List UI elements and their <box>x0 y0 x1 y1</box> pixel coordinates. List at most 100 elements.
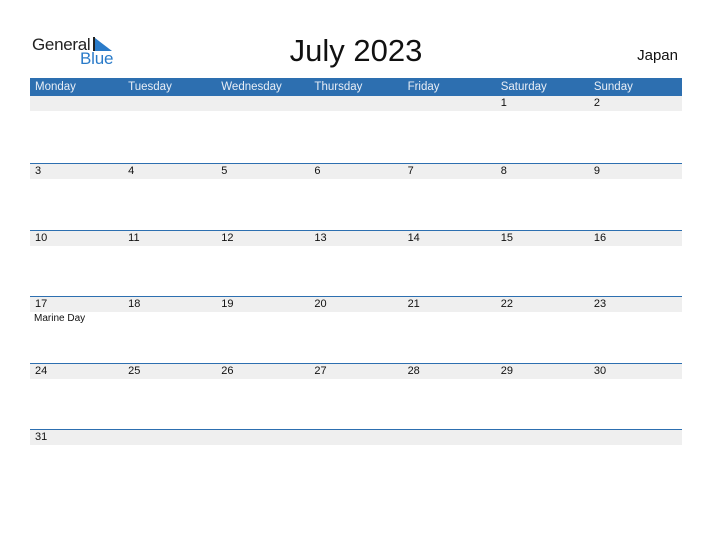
day-number: 11 <box>123 230 217 246</box>
day-cell: 30 <box>588 363 682 430</box>
day-number: 31 <box>30 430 124 445</box>
day-cell <box>402 96 496 163</box>
day-cell: 24 <box>30 363 124 430</box>
day-cell <box>30 96 124 163</box>
day-cell <box>402 430 496 446</box>
day-number: 5 <box>216 164 310 179</box>
day-number: 22 <box>495 297 589 312</box>
day-number: 25 <box>123 363 217 379</box>
day-cell: 8 <box>495 164 589 230</box>
day-number: 23 <box>588 297 682 312</box>
week-row: 17 Marine Day 18 19 20 21 22 23 <box>30 296 682 363</box>
day-cell: 18 <box>123 297 217 363</box>
day-number: 17 <box>30 297 124 312</box>
day-number: 9 <box>588 164 682 179</box>
day-cell <box>123 96 217 163</box>
day-number: 30 <box>588 363 682 379</box>
day-number <box>216 96 310 111</box>
day-number: 18 <box>123 297 217 312</box>
day-cell: 6 <box>309 164 403 230</box>
day-cell: 31 <box>30 430 124 446</box>
weekday-friday: Friday <box>407 81 440 93</box>
day-number: 10 <box>30 230 124 246</box>
day-cell: 22 <box>495 297 589 363</box>
weekday-wednesday: Wednesday <box>221 81 282 93</box>
day-cell: 15 <box>495 230 589 297</box>
day-number: 21 <box>402 297 496 312</box>
day-number: 2 <box>588 96 682 111</box>
day-number: 7 <box>402 164 496 179</box>
week-row: 10 11 12 13 14 15 16 <box>30 229 682 297</box>
weekday-sunday: Sunday <box>593 81 633 93</box>
day-cell: 7 <box>402 164 496 230</box>
day-number <box>495 430 589 445</box>
weekday-monday: Monday <box>35 81 76 93</box>
day-number: 1 <box>495 96 589 111</box>
day-number <box>309 96 403 111</box>
day-cell <box>123 430 217 446</box>
day-cell: 4 <box>123 164 217 230</box>
day-cell: 29 <box>495 363 589 430</box>
day-number <box>216 430 310 445</box>
weekday-thursday: Thursday <box>314 81 363 93</box>
weekday-saturday: Saturday <box>500 81 547 93</box>
day-number <box>123 96 217 111</box>
day-number <box>402 430 496 445</box>
day-number <box>309 430 403 445</box>
holiday-label: Marine Day <box>34 313 86 324</box>
day-number: 4 <box>123 164 217 179</box>
weekday-header: Monday Tuesday Wednesday Thursday Friday… <box>30 78 682 96</box>
day-number: 3 <box>30 164 124 179</box>
day-cell: 1 <box>495 96 589 163</box>
day-number: 28 <box>402 363 496 379</box>
day-cell <box>495 430 589 446</box>
day-number: 12 <box>216 230 310 246</box>
day-cell: 28 <box>402 363 496 430</box>
week-row: 31 <box>30 429 682 446</box>
day-number: 15 <box>495 230 589 246</box>
day-number: 13 <box>309 230 403 246</box>
day-cell: 10 <box>30 230 124 297</box>
day-cell: 11 <box>123 230 217 297</box>
day-cell: 26 <box>216 363 310 430</box>
weeks-container: 1 2 3 4 5 6 7 8 9 10 11 12 13 14 15 16 17 Marine Day 18 19 2… <box>30 96 682 446</box>
day-cell <box>588 430 682 446</box>
week-row: 24 25 26 27 28 29 30 <box>30 362 682 430</box>
week-row: 3456789 <box>30 163 682 230</box>
day-number: 14 <box>402 230 496 246</box>
day-number <box>30 96 124 111</box>
day-cell: 3 <box>30 164 124 230</box>
day-number: 20 <box>309 297 403 312</box>
day-cell: 17 Marine Day <box>30 297 124 363</box>
week-row: 12 <box>30 96 682 163</box>
weekday-tuesday: Tuesday <box>128 81 172 93</box>
day-number <box>402 96 496 111</box>
day-number: 26 <box>216 363 310 379</box>
calendar-title: July 2023 <box>289 33 423 68</box>
day-cell: 14 <box>402 230 496 297</box>
day-cell: 27 <box>309 363 403 430</box>
calendar-grid: Monday Tuesday Wednesday Thursday Friday… <box>30 78 682 446</box>
day-number: 19 <box>216 297 310 312</box>
day-cell: 19 <box>216 297 310 363</box>
day-cell <box>309 430 403 446</box>
day-cell: 12 <box>216 230 310 297</box>
day-number: 27 <box>309 363 403 379</box>
day-number: 8 <box>495 164 589 179</box>
day-cell: 20 <box>309 297 403 363</box>
day-cell <box>309 96 403 163</box>
day-cell <box>216 430 310 446</box>
day-cell: 21 <box>402 297 496 363</box>
day-number: 16 <box>588 230 682 246</box>
day-cell <box>216 96 310 163</box>
day-cell: 13 <box>309 230 403 297</box>
day-number <box>588 430 682 445</box>
day-number: 6 <box>309 164 403 179</box>
day-cell: 23 <box>588 297 682 363</box>
day-cell: 5 <box>216 164 310 230</box>
day-cell: 16 <box>588 230 682 297</box>
day-cell: 2 <box>588 96 682 163</box>
day-cell: 25 <box>123 363 217 430</box>
day-number: 29 <box>495 363 589 379</box>
day-cell: 9 <box>588 164 682 230</box>
